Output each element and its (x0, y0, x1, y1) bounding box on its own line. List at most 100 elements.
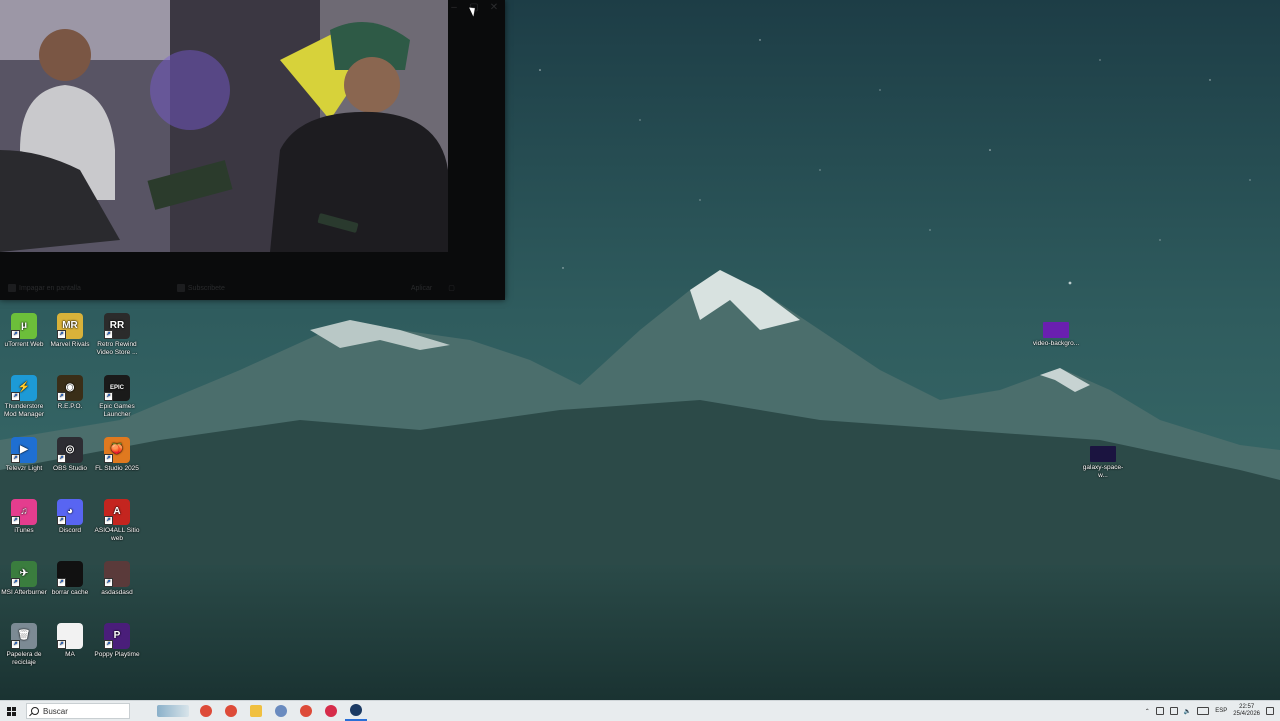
keyboard-icon[interactable] (1197, 707, 1210, 715)
network-icon[interactable] (1169, 707, 1178, 715)
msi-afterburner-icon: ✈ ↗ (11, 561, 37, 587)
shortcut-arrow-icon: ↗ (11, 330, 20, 339)
recycle-bin-icon: 🗑 ↗ (11, 623, 37, 649)
steam-icon (350, 704, 362, 716)
desktop-icon-11[interactable]: ◕ ↗ Discord (46, 499, 94, 535)
windows-logo-icon (6, 706, 16, 716)
desktop-icon-7[interactable]: ▶ ↗ Televzr Light (0, 437, 48, 473)
shortcut-arrow-icon: ↗ (57, 392, 66, 401)
chrome-icon (200, 705, 212, 717)
desktop-icon-8[interactable]: ◎ ↗ OBS Studio (46, 437, 94, 473)
retro-rewind-icon: RR ↗ (104, 313, 130, 339)
desktop-icon-label: Marvel Rivals (50, 341, 90, 348)
taskbar-apps (192, 701, 367, 721)
close-button[interactable]: ✕ (487, 2, 501, 14)
shortcut-arrow-icon: ↗ (57, 330, 66, 339)
marvel-rivals-icon: MR ↗ (57, 313, 83, 339)
video-player-window[interactable]: – ▢ ✕ Impagar en pantalla Subscribete Ap… (0, 0, 505, 300)
taskbar: Buscar ⌃ 🔈 ESP 22:57 25/4/2026 (0, 700, 1280, 721)
taskbar-app-5[interactable] (295, 701, 317, 721)
desktop-icon-label: OBS Studio (53, 465, 87, 472)
chrome-icon (225, 705, 237, 717)
desktop-icon-label: Papelera de reciclaje (6, 651, 42, 666)
terminal-icon: ↗ (57, 561, 83, 587)
poppy-playtime-icon: P ↗ (104, 623, 130, 649)
desktop-icon-16[interactable]: 🗑 ↗ Papelera de reciclaje (0, 623, 48, 667)
clock[interactable]: 22:57 25/4/2026 (1233, 704, 1260, 718)
search-input[interactable]: Buscar (26, 703, 130, 719)
shortcut-arrow-icon: ↗ (104, 392, 113, 401)
clock-date: 25/4/2026 (1233, 711, 1260, 717)
video-file-icon (1043, 322, 1069, 338)
shortcut-arrow-icon: ↗ (104, 516, 113, 525)
taskbar-widget[interactable] (154, 701, 192, 721)
desktop-icon-2[interactable]: MR ↗ Marvel Rivals (46, 313, 94, 349)
desktop-icon-galaxy-space[interactable]: galaxy-space-w... (1079, 446, 1127, 480)
start-button[interactable] (0, 701, 22, 721)
bottom-item-1[interactable]: Impagar en pantalla (0, 284, 81, 292)
taskbar-app-3[interactable] (245, 701, 267, 721)
widget-thumbnail-icon (157, 705, 189, 717)
image-file-icon (1090, 446, 1116, 462)
desktop-icon-label: Thunderstore Mod Manager (3, 403, 45, 418)
desktop-icon-12[interactable]: A ↗ ASIO4ALL Sitio web (93, 499, 141, 543)
desktop-icon-label: Poppy Playtime (94, 651, 140, 658)
bottom-item-2[interactable]: Subscribete (169, 284, 225, 292)
shortcut-arrow-icon: ↗ (11, 454, 20, 463)
desktop-icon-14[interactable]: ↗ borrar cache (46, 561, 94, 597)
desktop-icon-6[interactable]: EPIC ↗ Epic Games Launcher (93, 375, 141, 419)
desktop-icon-4[interactable]: ⚡ ↗ Thunderstore Mod Manager (0, 375, 48, 419)
subscribe-icon (176, 284, 185, 292)
desktop-icon-label: Epic Games Launcher (99, 403, 135, 418)
usb-icon[interactable] (1155, 707, 1164, 715)
video-bottom-bar: Impagar en pantalla Subscribete Aplicar … (0, 278, 505, 298)
taskbar-app-4[interactable] (270, 701, 292, 721)
thunderstore-icon: ⚡ ↗ (11, 375, 37, 401)
desktop-icon-label: asdasdasd (101, 589, 133, 596)
desktop-icon-13[interactable]: ✈ ↗ MSI Afterburner (0, 561, 48, 597)
desktop-icon-label: FL Studio 2025 (95, 465, 139, 472)
shortcut-arrow-icon: ↗ (104, 640, 113, 649)
shortcut-arrow-icon: ↗ (104, 578, 113, 587)
desktop-icon-1[interactable]: μ ↗ uTorrent Web (0, 313, 48, 349)
desktop-icon-10[interactable]: ♫ ↗ iTunes (0, 499, 48, 535)
desktop-icon-video-background[interactable]: video-backgro... (1032, 322, 1080, 348)
bottom-item-5[interactable]: ▢ (440, 284, 455, 292)
shortcut-arrow-icon: ↗ (104, 454, 113, 463)
desktop-icon-5[interactable]: ◉ ↗ R.E.P.O. (46, 375, 94, 411)
bottom-item-4[interactable]: Aplicar (403, 285, 432, 292)
televzr-icon: ▶ ↗ (11, 437, 37, 463)
desktop-icon-label: iTunes (14, 527, 34, 534)
desktop-icon-15[interactable]: ↗ asdasdasd (93, 561, 141, 597)
desktop-icon-label: borrar cache (51, 589, 89, 596)
taskbar-app-7[interactable] (345, 701, 367, 721)
shortcut-arrow-icon: ↗ (57, 578, 66, 587)
obs-icon: ◎ ↗ (57, 437, 83, 463)
notifications-icon[interactable] (1266, 707, 1274, 715)
desktop-icon-label: MSI Afterburner (1, 589, 47, 596)
taskbar-app-2[interactable] (220, 701, 242, 721)
fl-studio-icon: 🍑 ↗ (104, 437, 130, 463)
epic-games-icon: EPIC ↗ (104, 375, 130, 401)
shortcut-arrow-icon: ↗ (57, 454, 66, 463)
tray-overflow-icon[interactable]: ⌃ (1145, 708, 1150, 715)
desktop-icon-9[interactable]: 🍑 ↗ FL Studio 2025 (93, 437, 141, 473)
file-explorer-icon (250, 705, 262, 717)
desktop-icon-18[interactable]: P ↗ Poppy Playtime (93, 623, 141, 659)
volume-icon[interactable]: 🔈 (1184, 708, 1191, 715)
shortcut-arrow-icon: ↗ (57, 640, 66, 649)
video-frame[interactable] (0, 0, 448, 252)
language-indicator[interactable]: ESP (1215, 708, 1227, 714)
desktop-icon-label: ASIO4ALL Sitio web (94, 527, 140, 542)
settings-icon (275, 705, 287, 717)
desktop-icon-label: Discord (58, 527, 82, 534)
taskbar-app-1[interactable] (195, 701, 217, 721)
desktop-icon-17[interactable]: ↗ MA (46, 623, 94, 659)
desktop-icon-3[interactable]: RR ↗ Retro Rewind Video Store ... (93, 313, 141, 357)
shortcut-arrow-icon: ↗ (11, 578, 20, 587)
taskbar-app-6[interactable] (320, 701, 342, 721)
minimize-button[interactable]: – (447, 2, 461, 14)
discord-icon: ◕ ↗ (57, 499, 83, 525)
shortcut-arrow-icon: ↗ (57, 516, 66, 525)
itunes-icon: ♫ ↗ (11, 499, 37, 525)
